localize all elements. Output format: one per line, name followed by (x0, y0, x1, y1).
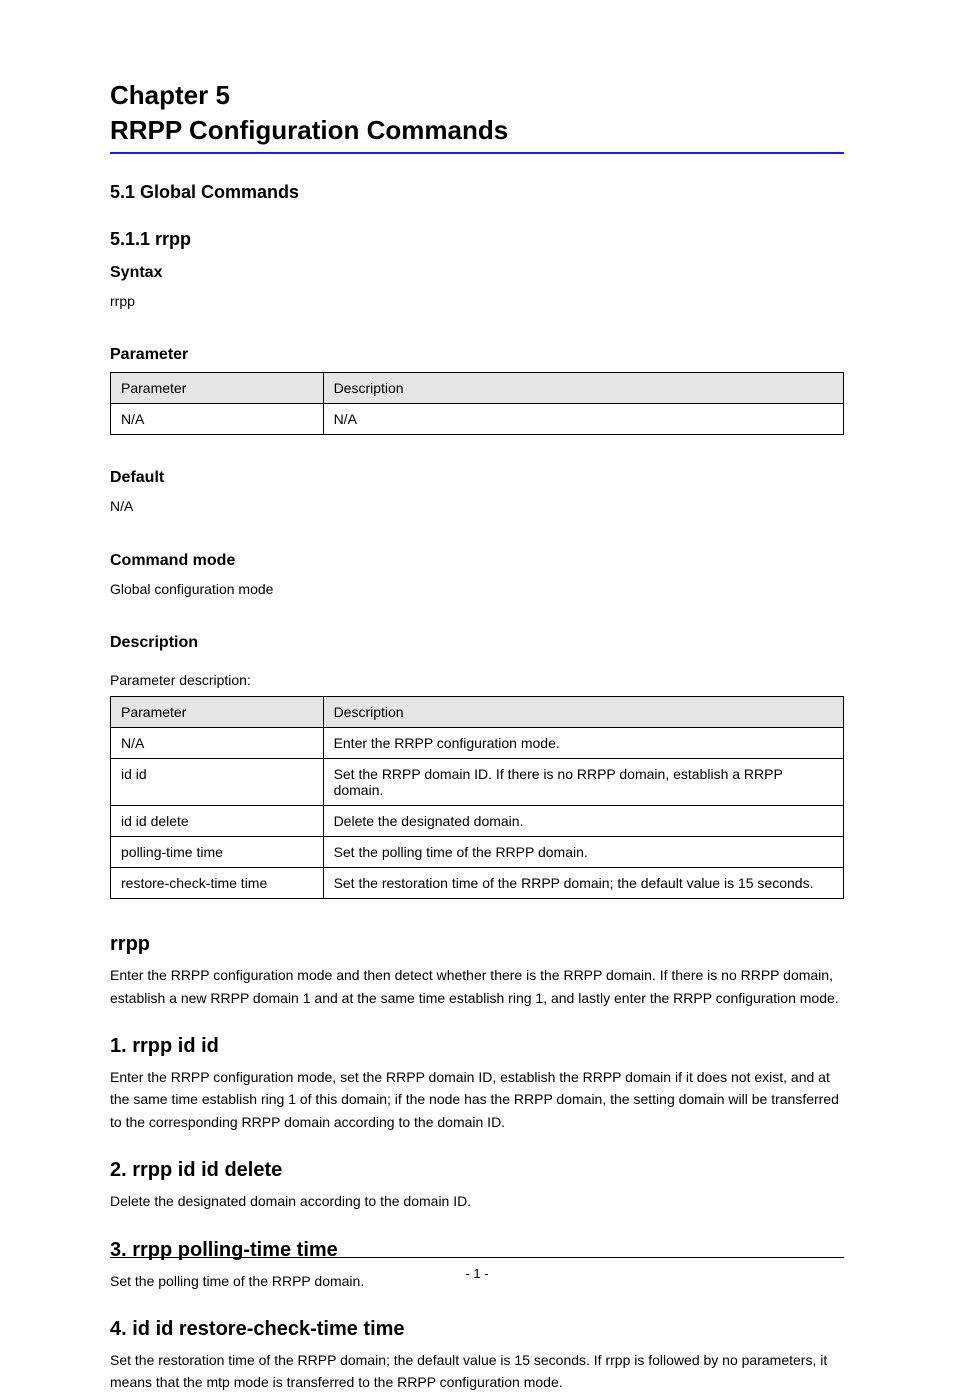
page-footer: - 1 - (110, 1257, 844, 1281)
default-text: N/A (110, 495, 844, 517)
table-cell: Delete the designated domain. (323, 806, 843, 837)
table-row: id id Set the RRPP domain ID. If there i… (111, 759, 844, 806)
table-cell: N/A (323, 404, 843, 435)
table-header: Description (323, 373, 843, 404)
table-header: Description (323, 697, 843, 728)
body-text: Delete the designated domain according t… (110, 1190, 844, 1212)
table-cell: Set the RRPP domain ID. If there is no R… (323, 759, 843, 806)
page-number: - 1 - (465, 1266, 488, 1281)
body-heading-2: 2. rrpp id id delete (110, 1159, 844, 1182)
parameter-title: Parameter (110, 346, 844, 364)
table-cell: polling-time time (111, 837, 324, 868)
table-header: Parameter (111, 697, 324, 728)
description-table: Parameter Description N/A Enter the RRPP… (110, 696, 844, 899)
table-row: N/A Enter the RRPP configuration mode. (111, 728, 844, 759)
parameter-table: Parameter Description N/A N/A (110, 372, 844, 435)
parameter-description-label: Parameter description: (110, 672, 844, 688)
table-cell: restore-check-time time (111, 868, 324, 899)
body-heading-rrpp: rrpp (110, 933, 844, 956)
table-row: id id delete Delete the designated domai… (111, 806, 844, 837)
table-header-row: Parameter Description (111, 697, 844, 728)
section-global-commands: 5.1 Global Commands (110, 182, 844, 203)
syntax-text: rrpp (110, 290, 844, 312)
description-title: Description (110, 634, 844, 652)
title-rule (110, 152, 844, 154)
chapter-number: Chapter 5 (110, 80, 844, 111)
command-mode-text: Global configuration mode (110, 578, 844, 600)
body-text: Set the restoration time of the RRPP dom… (110, 1349, 844, 1394)
command-mode-title: Command mode (110, 552, 844, 570)
table-cell: N/A (111, 728, 324, 759)
body-text: Enter the RRPP configuration mode, set t… (110, 1066, 844, 1133)
section-cmd-rrpp: 5.1.1 rrpp (110, 229, 844, 250)
body-heading-1: 1. rrpp id id (110, 1035, 844, 1058)
table-row: polling-time time Set the polling time o… (111, 837, 844, 868)
body-text: Enter the RRPP configuration mode and th… (110, 964, 844, 1009)
default-title: Default (110, 469, 844, 487)
table-cell: N/A (111, 404, 324, 435)
table-header: Parameter (111, 373, 324, 404)
chapter-title: RRPP Configuration Commands (110, 115, 844, 146)
table-row: N/A N/A (111, 404, 844, 435)
page-container: Chapter 5 RRPP Configuration Commands 5.… (0, 0, 954, 1351)
syntax-title: Syntax (110, 264, 844, 282)
table-cell: Set the polling time of the RRPP domain. (323, 837, 843, 868)
table-header-row: Parameter Description (111, 373, 844, 404)
table-row: restore-check-time time Set the restorat… (111, 868, 844, 899)
table-cell: id id delete (111, 806, 324, 837)
table-cell: Enter the RRPP configuration mode. (323, 728, 843, 759)
table-cell: Set the restoration time of the RRPP dom… (323, 868, 843, 899)
body-heading-4: 4. id id restore-check-time time (110, 1318, 844, 1341)
table-cell: id id (111, 759, 324, 806)
